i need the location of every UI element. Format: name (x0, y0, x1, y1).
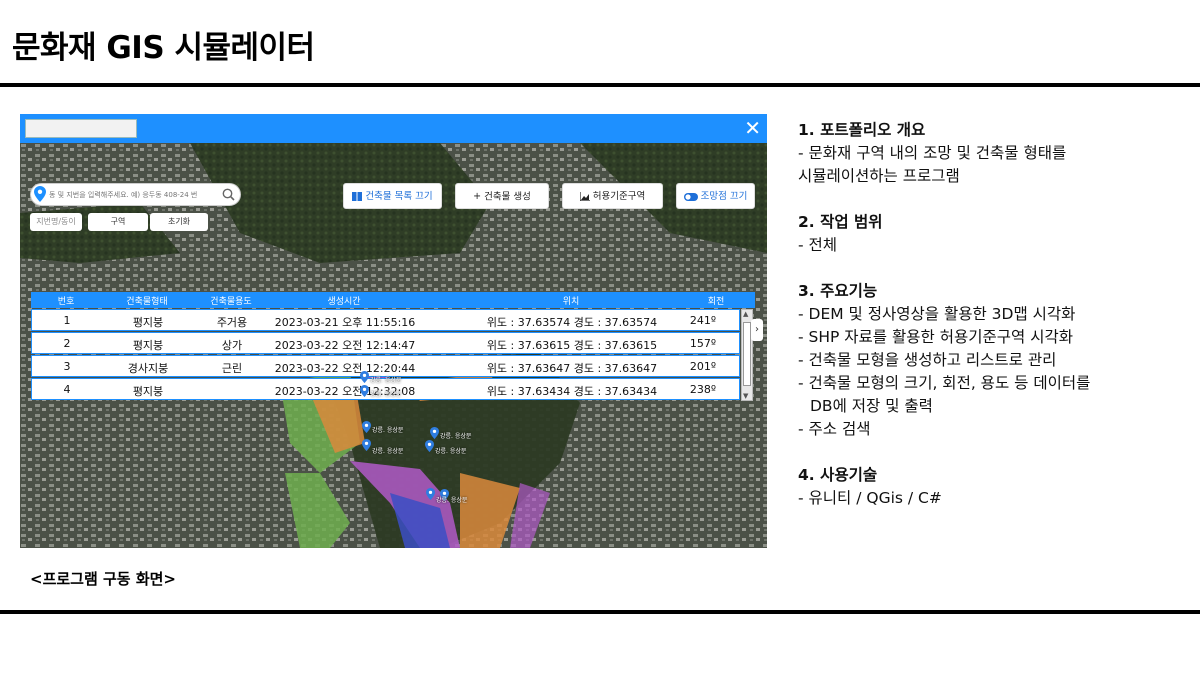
search-icon[interactable] (222, 188, 235, 201)
cell-rotation: 241º (689, 314, 717, 327)
map-marker-icon[interactable] (360, 371, 369, 383)
scroll-thumb[interactable] (743, 322, 751, 386)
cell-number: 2 (63, 337, 71, 350)
col-form: 건축물형태 (126, 297, 168, 307)
search-input[interactable] (49, 188, 217, 202)
map-marker-icon[interactable] (362, 421, 371, 433)
location-pin-icon (34, 186, 46, 202)
map-marker-label: 강릉. 응상문 (435, 448, 467, 455)
building-list-toggle-label: 건축물 목록 끄기 (365, 191, 433, 202)
side-panel-handle[interactable]: › (751, 319, 763, 341)
figure-caption: <프로그램 구동 화면> (30, 570, 176, 588)
overview-section: 1. 포트폴리오 개요 - 문화재 구역 내의 조망 및 건축물 형태를 시뮬레… (798, 119, 1188, 188)
map-marker-icon[interactable] (430, 427, 439, 439)
cell-rotation: 201º (689, 360, 717, 373)
col-number: 번호 (57, 297, 75, 307)
feature-line: DB에 저장 및 출력 (810, 397, 933, 415)
scope-title: 2. 작업 범위 (798, 213, 883, 231)
map-marker-icon[interactable] (425, 440, 434, 452)
feature-line: - 건축물 모형을 생성하고 리스트로 관리 (798, 351, 1057, 369)
cell-position: 위도 : 37.63434 경도 : 37.63434 (486, 385, 658, 398)
cell-number: 3 (63, 360, 71, 373)
table-row[interactable]: 1 평지붕 주거용 2023-03-21 오후 11:55:16 위도 : 37… (31, 309, 740, 331)
cell-form: 평지붕 (132, 385, 164, 398)
col-rotation: 회전 (707, 297, 725, 307)
map-marker-icon[interactable] (426, 488, 435, 500)
info-panel: 1. 포트폴리오 개요 - 문화재 구역 내의 조망 및 건축물 형태를 시뮬레… (798, 119, 1188, 533)
table-row[interactable]: 2 평지붕 상가 2023-03-22 오전 12:14:47 위도 : 37.… (31, 332, 740, 354)
map-marker-label: 강릉. 응상문 (372, 448, 404, 455)
map-marker-icon[interactable] (360, 385, 369, 397)
tech-section: 4. 사용기술 - 유니티 / QGis / C# (798, 464, 1188, 510)
tech-line: - 유니티 / QGis / C# (798, 489, 942, 507)
tech-title: 4. 사용기술 (798, 466, 878, 484)
cell-position: 위도 : 37.63574 경도 : 37.63574 (486, 316, 658, 329)
overview-line: - 문화재 구역 내의 조망 및 건축물 형태를 (798, 144, 1067, 162)
building-table: 번호 건축물형태 건축물용도 생성시간 위치 회전 1 평지붕 주거용 2023… (31, 292, 755, 401)
feature-line: - SHP 자료를 활용한 허용기준구역 시각화 (798, 328, 1073, 346)
table-row[interactable]: 3 경사지붕 근린 2023-03-22 오전 12:20:44 위도 : 37… (31, 355, 740, 377)
cell-rotation: 238º (689, 383, 717, 396)
cell-form: 경사지붕 (127, 362, 169, 375)
features-section: 3. 주요기능 - DEM 및 정사영상을 활용한 3D맵 시각화 - SHP … (798, 280, 1188, 441)
cell-time: 2023-03-22 오전 12:32:08 (274, 385, 416, 398)
cell-time: 2023-03-21 오후 11:55:16 (274, 316, 416, 329)
overview-line: 시뮬레이션하는 프로그램 (798, 167, 960, 185)
bottom-divider (0, 610, 1200, 614)
map-marker-label: 강릉. 응상문 (372, 427, 404, 434)
plus-icon: + (473, 191, 482, 202)
close-icon[interactable]: ✕ (744, 116, 761, 140)
viewpoint-toggle-label: 조망점 끄기 (700, 191, 748, 202)
cell-position: 위도 : 37.63615 경도 : 37.63615 (486, 339, 658, 352)
lot-name-filter[interactable]: 지번명/동이 (30, 213, 82, 231)
cell-number: 1 (63, 314, 71, 327)
viewpoint-toggle-button[interactable]: 조망점 끄기 (676, 183, 755, 209)
create-building-label: 건축물 생성 (484, 191, 531, 203)
building-list-toggle-button[interactable]: 건축물 목록 끄기 (343, 183, 442, 209)
cell-form: 평지붕 (132, 339, 164, 352)
allowed-zone-label: 허용기준구역 (592, 191, 646, 202)
scroll-down-icon[interactable]: ▼ (743, 392, 748, 400)
toggle-icon (683, 192, 698, 201)
title-field[interactable] (25, 119, 137, 138)
table-header: 번호 건축물형태 건축물용도 생성시간 위치 회전 (31, 292, 755, 308)
col-time: 생성시간 (327, 297, 361, 307)
map-marker-label: 강릉. 응상문 (440, 433, 472, 440)
feature-line: - 주소 검색 (798, 420, 871, 438)
create-building-button[interactable]: + 건축물 생성 (455, 183, 549, 209)
overview-title: 1. 포트폴리오 개요 (798, 121, 926, 139)
cell-position: 위도 : 37.63647 경도 : 37.63647 (486, 362, 658, 375)
cell-form: 평지붕 (132, 316, 164, 329)
map-marker-label: 강릉. 응상문 (370, 391, 402, 398)
zone-filter[interactable]: 구역 (88, 213, 148, 231)
map-marker-label: 강릉. 응상문 (436, 497, 468, 504)
app-window: ✕ 동 및 지번을 입력해주세요. 예) 응두동 408-24 번 지번명/동이… (20, 114, 767, 548)
reset-button[interactable]: 초기화 (150, 213, 208, 231)
area-chart-icon (579, 192, 590, 201)
address-search-box (30, 183, 241, 206)
map-view[interactable]: 지번명/동이 구역 초기화 건축물 목록 끄기 +건축물 생성 허용기준구역 조… (20, 143, 767, 548)
map-book-icon (352, 192, 363, 201)
slide-title: 문화재 GIS 시뮬레이터 (12, 30, 315, 66)
features-title: 3. 주요기능 (798, 282, 878, 300)
scope-line: - 전체 (798, 236, 838, 254)
app-titlebar: ✕ (20, 114, 767, 143)
cell-time: 2023-03-22 오전 12:20:44 (274, 362, 416, 375)
col-position: 위치 (562, 297, 580, 307)
allowed-zone-button[interactable]: 허용기준구역 (562, 183, 663, 209)
cell-time: 2023-03-22 오전 12:14:47 (274, 339, 416, 352)
scroll-up-icon[interactable]: ▲ (743, 310, 748, 318)
map-marker-icon[interactable] (362, 439, 371, 451)
feature-line: - DEM 및 정사영상을 활용한 3D맵 시각화 (798, 305, 1076, 323)
top-divider (0, 83, 1200, 87)
map-marker-label: 강릉. 응상문 (370, 377, 402, 384)
cell-number: 4 (63, 383, 71, 396)
scope-section: 2. 작업 범위 - 전체 (798, 211, 1188, 257)
cell-rotation: 157º (689, 337, 717, 350)
feature-line: - 건축물 모형의 크기, 회전, 용도 등 데이터를 (798, 374, 1091, 392)
